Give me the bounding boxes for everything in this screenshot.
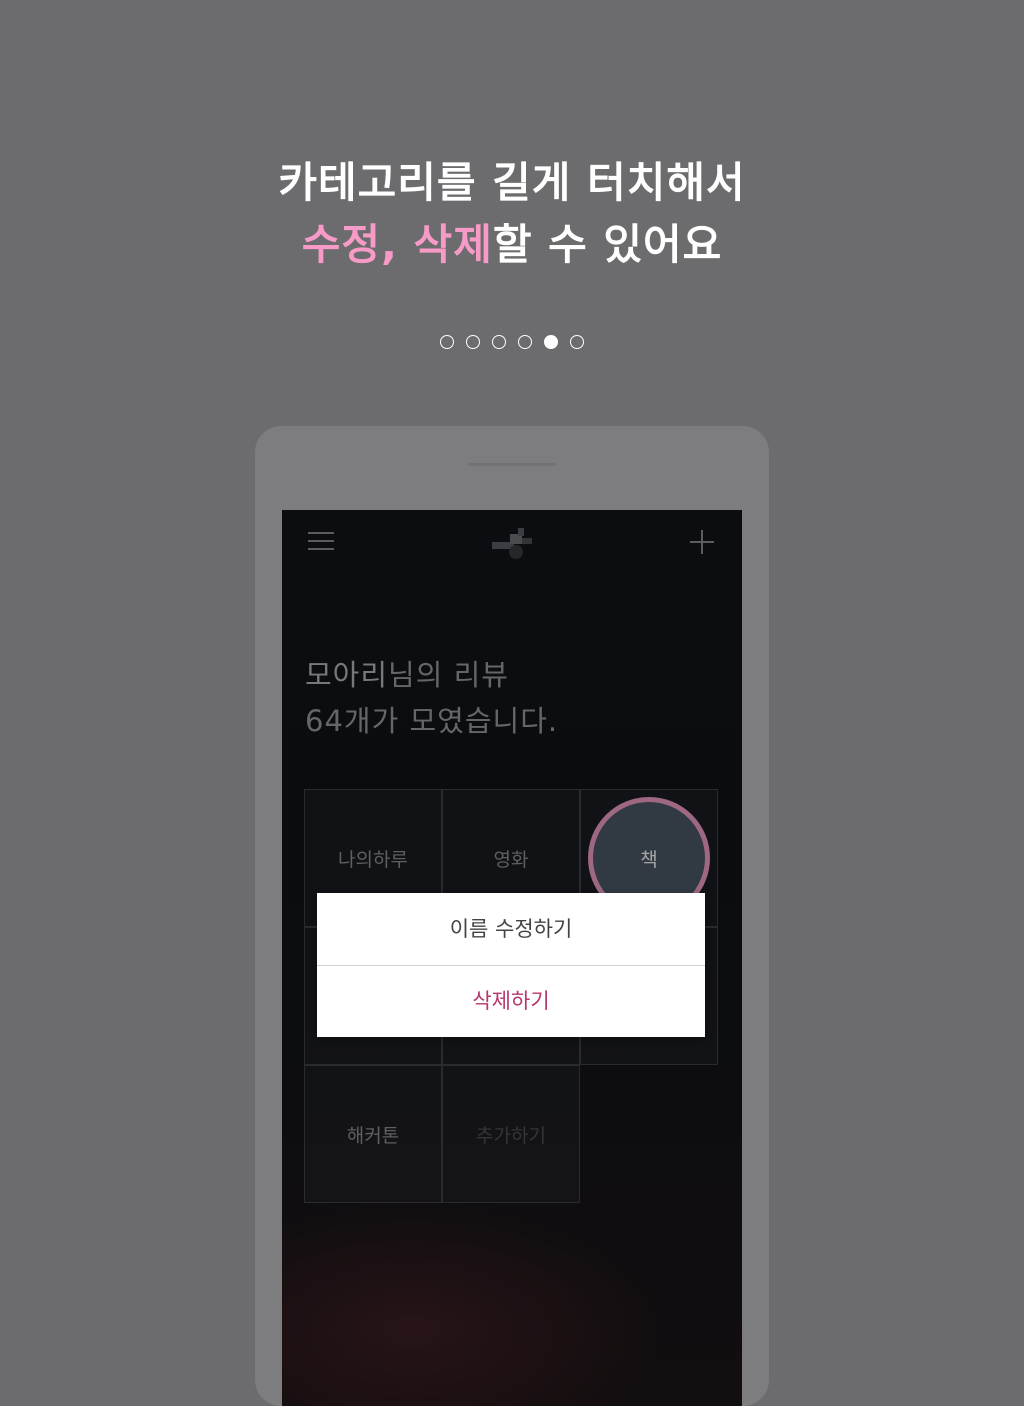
page-dot-4[interactable]: [518, 335, 532, 349]
headline-accent: 수정, 삭제: [301, 220, 493, 269]
page-dot-1[interactable]: [440, 335, 454, 349]
add-category-label: 추가하기: [476, 1124, 546, 1147]
delete-button[interactable]: 삭제하기: [317, 966, 705, 1037]
hamburger-menu-icon[interactable]: [308, 532, 334, 550]
category-label: 나의하루: [338, 848, 408, 871]
user-name-suffix: 님의 리뷰: [388, 658, 509, 692]
review-summary: 모아리님의 리뷰 64개가 모였습니다.: [305, 652, 558, 744]
add-category-cell[interactable]: 추가하기: [442, 1065, 580, 1203]
headline-rest: 할 수 있어요: [492, 220, 723, 269]
app-logo-icon: [492, 528, 532, 559]
category-label: 해커톤: [346, 1124, 400, 1147]
phone-speaker: [468, 463, 556, 466]
page-dot-3[interactable]: [492, 335, 506, 349]
phone-mockup: 모아리님의 리뷰 64개가 모였습니다. 나의하루 영화 책 해커톤 추가하기 …: [255, 426, 769, 1406]
category-label: 영화: [493, 848, 529, 871]
category-context-menu: 이름 수정하기 삭제하기: [317, 893, 705, 1037]
page-dot-5-active[interactable]: [544, 335, 558, 349]
app-screen: 모아리님의 리뷰 64개가 모였습니다. 나의하루 영화 책 해커톤 추가하기 …: [282, 510, 742, 1406]
rename-button[interactable]: 이름 수정하기: [317, 893, 705, 965]
headline-line-2: 수정, 삭제할 수 있어요: [0, 214, 1024, 276]
category-cell[interactable]: 해커톤: [304, 1065, 442, 1203]
user-name: 모아리: [305, 658, 389, 692]
page-indicator: [0, 335, 1024, 349]
onboarding-headline: 카테고리를 길게 터치해서 수정, 삭제할 수 있어요: [0, 152, 1024, 276]
page-dot-2[interactable]: [466, 335, 480, 349]
headline-line-1: 카테고리를 길게 터치해서: [278, 158, 746, 207]
page-dot-6[interactable]: [570, 335, 584, 349]
plus-icon[interactable]: [690, 530, 714, 554]
review-title-line: 모아리님의 리뷰: [305, 652, 558, 698]
category-label: 책: [640, 848, 658, 871]
review-count: 64개가 모였습니다.: [305, 704, 559, 738]
